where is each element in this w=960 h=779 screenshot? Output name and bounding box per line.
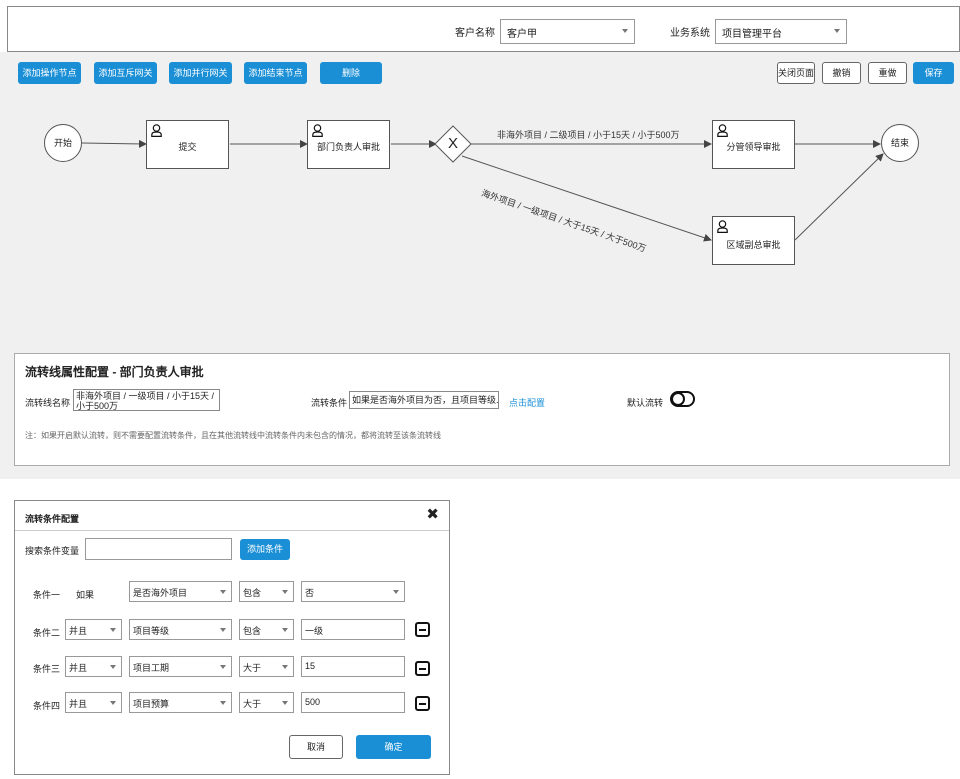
node-leader-approval-label: 分管领导审批 — [726, 142, 781, 152]
condition-config-dialog: 流转条件配置 ✖ 搜索条件变量 添加条件 条件一 如果 是否海外项目 包含 否 … — [14, 500, 450, 775]
default-flow-toggle[interactable] — [670, 391, 695, 407]
chevron-down-icon — [282, 590, 288, 594]
condition-variable-value: 项目工期 — [133, 663, 170, 673]
top-filter-bar: 客户名称 客户甲 业务系统 项目管理平台 — [7, 6, 960, 52]
condition-value-input[interactable]: 一级 — [301, 619, 405, 640]
dialog-title: 流转条件配置 — [25, 514, 80, 524]
condition-connector-value: 并且 — [69, 699, 88, 709]
add-condition-button[interactable]: 添加条件 — [240, 539, 290, 560]
dialog-divider — [15, 530, 449, 531]
condition-connector-select[interactable]: 并且 — [65, 619, 122, 640]
node-dept-approval-label: 部门负责人审批 — [316, 142, 380, 152]
chevron-down-icon — [110, 701, 116, 705]
condition-value-value: 500 — [305, 697, 321, 707]
chevron-down-icon — [622, 29, 628, 33]
toggle-knob — [671, 392, 685, 406]
cancel-button[interactable]: 取消 — [289, 735, 343, 759]
condition-operator-value: 大于 — [243, 699, 262, 709]
condition-operator-value: 包含 — [243, 588, 262, 598]
default-flow-note: 注：如果开启默认流转，则不需要配置流转条件，且在其他流转线中流转条件内未包含的情… — [25, 431, 441, 440]
edge-label-upper[interactable]: 非海外项目 / 二级项目 / 小于15天 / 小于500万 — [497, 128, 680, 141]
condition-variable-value: 是否海外项目 — [133, 588, 188, 598]
exclusive-gateway-icon[interactable]: X — [435, 132, 471, 156]
chevron-down-icon — [220, 590, 226, 594]
condition-connector-value: 并且 — [69, 663, 88, 673]
system-select[interactable]: 项目管理平台 — [715, 19, 847, 44]
chevron-down-icon — [393, 590, 399, 594]
node-regional-approval-label: 区域副总审批 — [726, 240, 781, 250]
condition-connector: 如果 — [76, 590, 95, 600]
condition-label: 条件四 — [33, 701, 61, 711]
chevron-down-icon — [282, 665, 288, 669]
condition-value-value: 15 — [305, 661, 316, 671]
user-icon — [312, 124, 323, 137]
remove-condition-icon[interactable] — [415, 622, 430, 637]
condition-variable-select[interactable]: 项目工期 — [129, 656, 232, 677]
chevron-down-icon — [220, 665, 226, 669]
condition-variable-select[interactable]: 是否海外项目 — [129, 581, 232, 602]
customer-select[interactable]: 客户甲 — [500, 19, 635, 44]
system-select-value: 项目管理平台 — [722, 29, 782, 40]
condition-operator-select[interactable]: 包含 — [239, 581, 294, 602]
search-variable-input[interactable] — [85, 538, 232, 560]
node-leader-approval[interactable]: 分管领导审批 — [712, 120, 795, 169]
configure-condition-link[interactable]: 点击配置 — [509, 396, 545, 409]
remove-condition-icon[interactable] — [415, 661, 430, 676]
edge-start-submit — [81, 139, 147, 148]
condition-operator-select[interactable]: 包含 — [239, 619, 294, 640]
search-variable-label: 搜索条件变量 — [25, 546, 80, 556]
condition-variable-value: 项目等级 — [133, 626, 170, 636]
condition-value-value: 一级 — [305, 626, 324, 636]
customer-label: 客户名称 — [455, 28, 495, 39]
condition-variable-select[interactable]: 项目等级 — [129, 619, 232, 640]
chevron-down-icon — [110, 628, 116, 632]
chevron-down-icon — [220, 628, 226, 632]
default-flow-label: 默认流转 — [627, 398, 664, 408]
condition-connector-select[interactable]: 并且 — [65, 692, 122, 713]
node-regional-approval[interactable]: 区域副总审批 — [712, 216, 795, 265]
chevron-down-icon — [110, 665, 116, 669]
condition-operator-select[interactable]: 大于 — [239, 656, 294, 677]
node-submit[interactable]: 提交 — [146, 120, 229, 169]
edge-properties-panel: 流转线属性配置 - 部门负责人审批 流转线名称 非海外项目 / 一级项目 / 小… — [14, 353, 950, 466]
chevron-down-icon — [282, 701, 288, 705]
condition-operator-value: 包含 — [243, 626, 262, 636]
edge-regional-end — [794, 153, 884, 241]
condition-connector-value: 并且 — [69, 626, 88, 636]
start-node[interactable]: 开始 — [44, 124, 82, 162]
edge-name-label: 流转线名称 — [25, 398, 71, 408]
condition-label: 条件三 — [33, 664, 61, 674]
condition-value-value: 否 — [305, 588, 315, 598]
condition-operator-select[interactable]: 大于 — [239, 692, 294, 713]
condition-operator-value: 大于 — [243, 663, 262, 673]
customer-select-value: 客户甲 — [507, 29, 537, 40]
condition-connector-select[interactable]: 并且 — [65, 656, 122, 677]
edge-name-input[interactable]: 非海外项目 / 一级项目 / 小于15天 / 小于500万 — [73, 389, 220, 411]
confirm-button[interactable]: 确定 — [356, 735, 431, 759]
condition-label: 条件一 — [33, 590, 61, 600]
end-node[interactable]: 结束 — [881, 124, 919, 162]
user-icon — [151, 124, 162, 137]
remove-condition-icon[interactable] — [415, 696, 430, 711]
condition-variable-value: 项目预算 — [133, 699, 170, 709]
condition-value-select[interactable]: 否 — [301, 581, 405, 602]
condition-label: 条件二 — [33, 628, 61, 638]
condition-value-input[interactable]: 500 — [301, 692, 405, 713]
chevron-down-icon — [282, 628, 288, 632]
close-icon[interactable]: ✖ — [426, 507, 439, 522]
node-submit-label: 提交 — [178, 142, 197, 152]
properties-title: 流转线属性配置 - 部门负责人审批 — [25, 365, 204, 379]
edge-condition-label: 流转条件 — [311, 398, 348, 408]
user-icon — [717, 124, 728, 137]
chevron-down-icon — [834, 29, 840, 33]
node-dept-approval[interactable]: 部门负责人审批 — [307, 120, 390, 169]
system-label: 业务系统 — [670, 28, 710, 39]
user-icon — [717, 220, 728, 233]
edge-condition-input[interactable]: 如果是否海外项目为否，且项目等级... — [349, 391, 499, 409]
condition-value-input[interactable]: 15 — [301, 656, 405, 677]
condition-variable-select[interactable]: 项目预算 — [129, 692, 232, 713]
chevron-down-icon — [220, 701, 226, 705]
